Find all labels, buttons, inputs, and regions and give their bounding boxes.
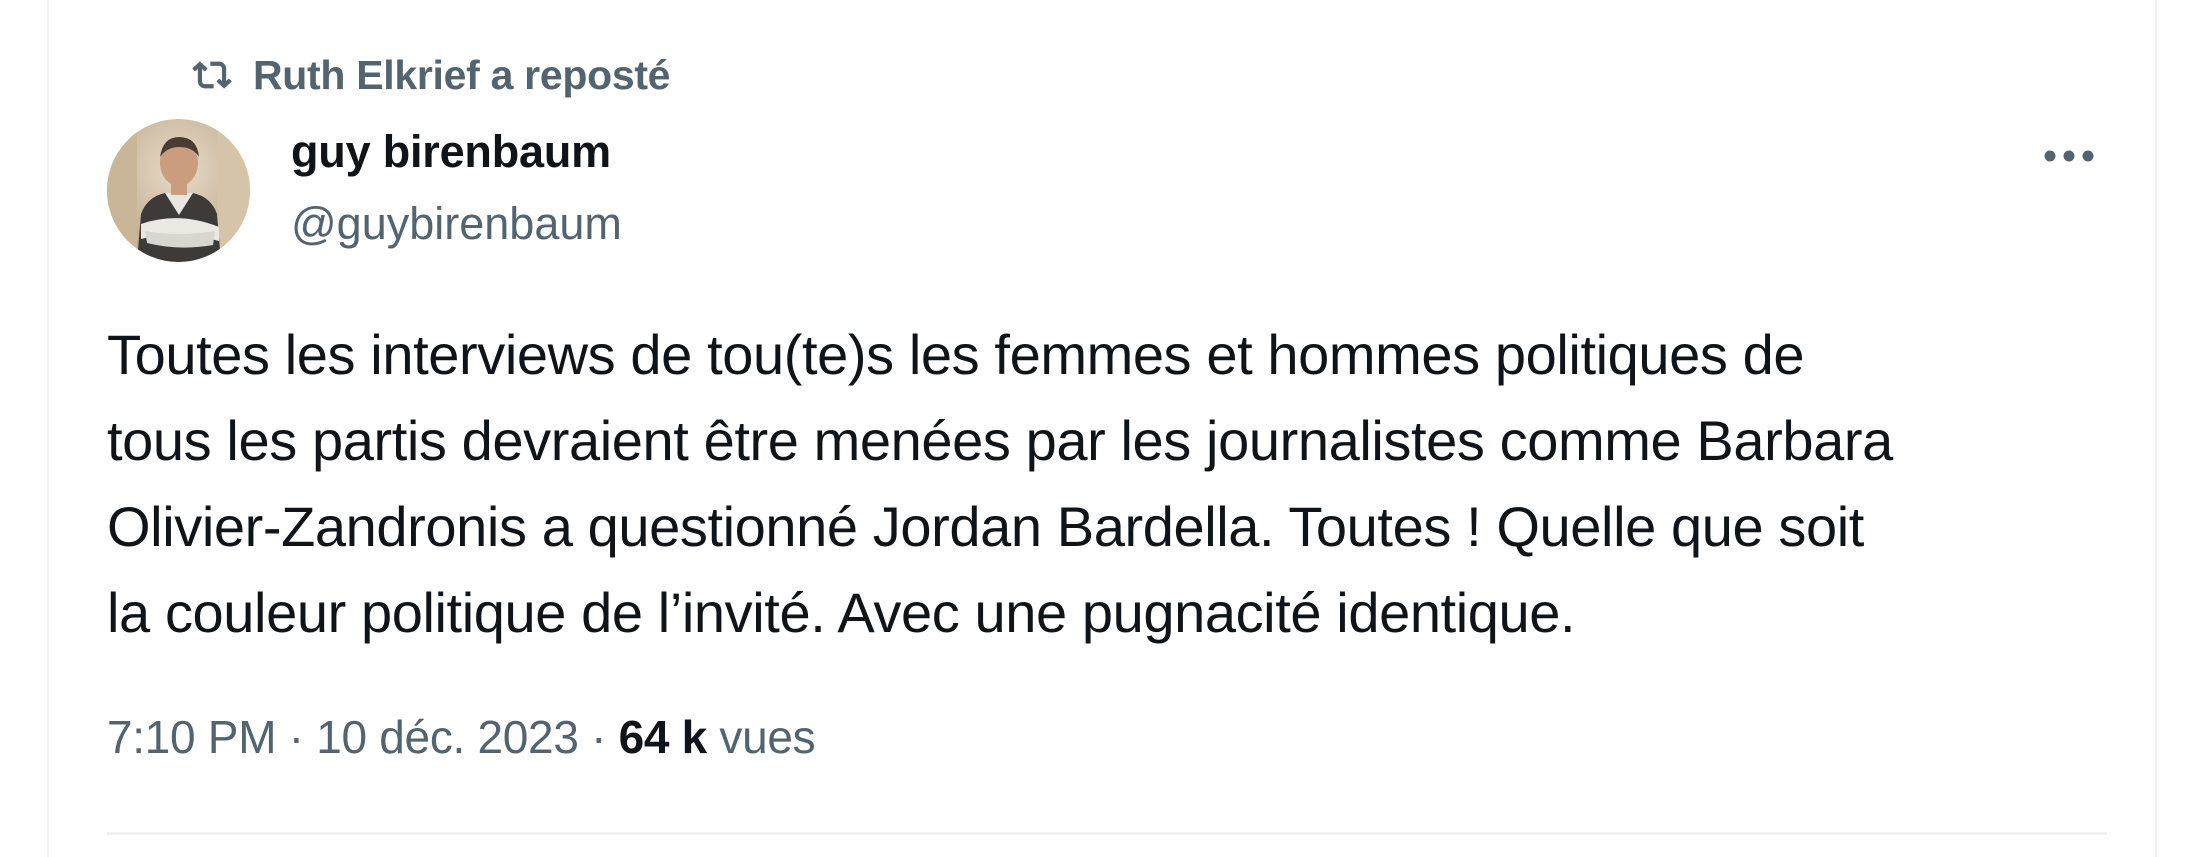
- tweet-text-line: tous les partis devraient être menées pa…: [107, 409, 1893, 472]
- repost-icon: [189, 50, 245, 100]
- views-label: vues: [706, 711, 816, 763]
- tweet-text-line: Olivier-Zandronis a questionné Jordan Ba…: [107, 495, 1864, 558]
- tweet-meta: 7:10 PM · 10 déc. 2023 · 64 k vues: [107, 710, 816, 764]
- views-count[interactable]: 64 k: [619, 711, 708, 763]
- social-context[interactable]: Ruth Elkrief a reposté: [189, 50, 670, 100]
- tweet-time[interactable]: 7:10 PM: [107, 711, 277, 763]
- tweet-text-line: Toutes les interviews de tou(te)s les fe…: [107, 323, 1805, 386]
- more-icon: [2043, 149, 2095, 168]
- repost-label[interactable]: Ruth Elkrief a reposté: [253, 52, 670, 99]
- tweet-text: Toutes les interviews de tou(te)s les fe…: [107, 312, 2167, 656]
- avatar[interactable]: [107, 119, 250, 262]
- tweet-date[interactable]: 10 déc. 2023: [316, 711, 579, 763]
- more-options-button[interactable]: [2029, 128, 2109, 188]
- divider: [107, 832, 2107, 835]
- tweet-card[interactable]: Ruth Elkrief a reposté guy birenbaum @gu…: [47, 0, 2157, 857]
- author-name[interactable]: guy birenbaum: [291, 126, 611, 178]
- tweet-text-line: la couleur politique de l’invité. Avec u…: [107, 581, 1576, 644]
- author-handle[interactable]: @guybirenbaum: [291, 198, 622, 250]
- meta-separator: ·: [578, 711, 619, 763]
- meta-separator: ·: [276, 711, 317, 763]
